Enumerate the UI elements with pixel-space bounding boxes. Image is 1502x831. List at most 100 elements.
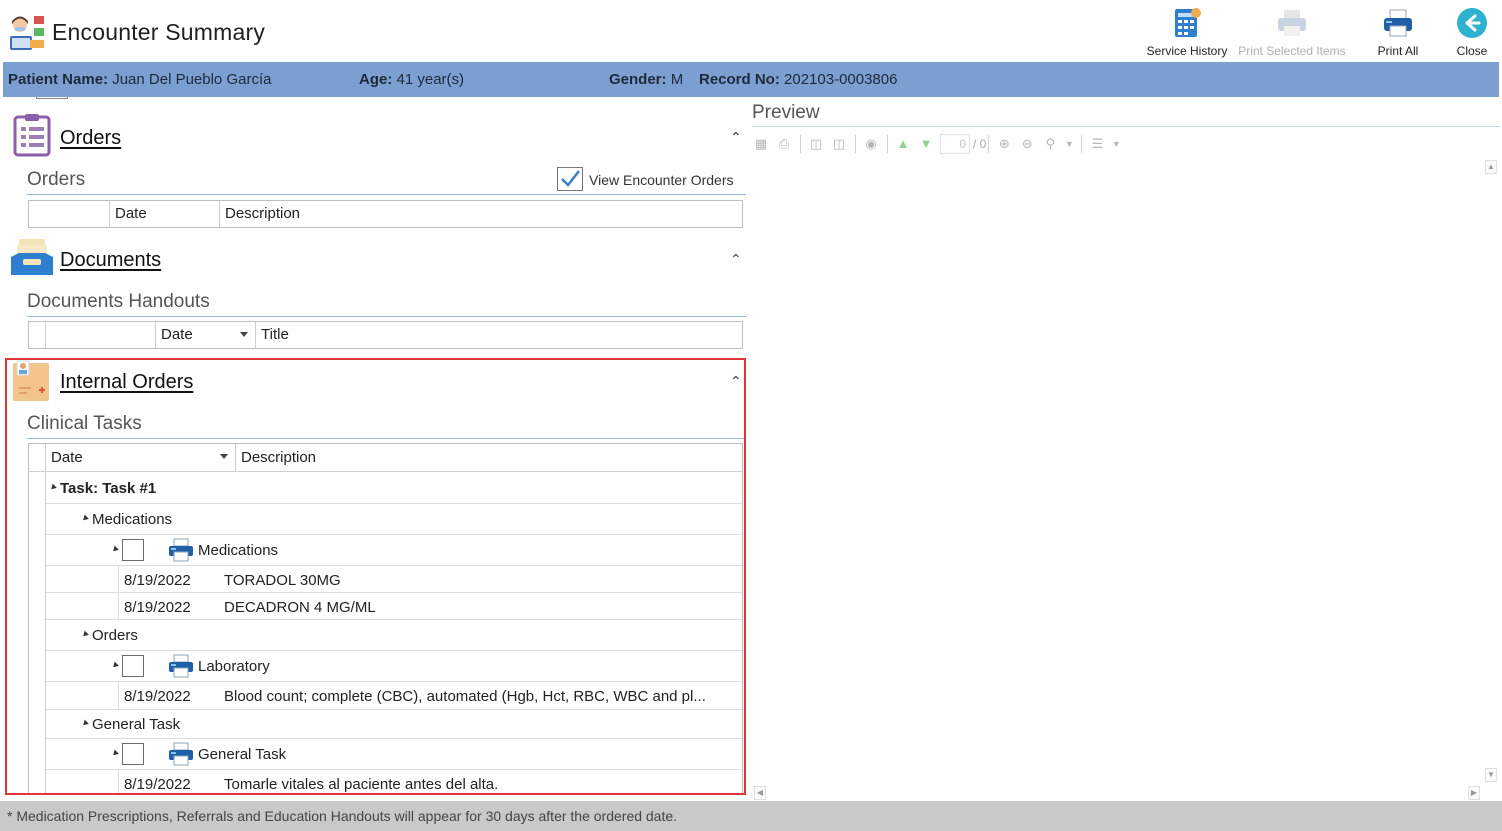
item-row-general-task[interactable]: General Task — [46, 739, 742, 770]
scrolled-stub — [36, 97, 68, 99]
close-label: Close — [1456, 44, 1488, 58]
row-date: 8/19/2022 — [124, 599, 191, 616]
documents-col-date[interactable]: Date — [155, 322, 255, 348]
page-layout-icon[interactable]: ☰ — [1088, 136, 1106, 152]
group-row-orders[interactable]: Orders — [46, 620, 742, 651]
clinical-col-description[interactable]: Description — [235, 444, 742, 471]
row-gutter — [118, 566, 119, 593]
print-icon[interactable]: ⎙ — [775, 136, 793, 152]
scroll-left-arrow-icon[interactable]: ◀ — [754, 786, 766, 800]
patient-age-field: Age: 41 year(s) — [359, 71, 464, 88]
clinical-tasks-divider — [27, 438, 746, 439]
item-select-checkbox[interactable] — [122, 539, 144, 561]
data-row[interactable]: 8/19/2022 TORADOL 30MG — [46, 566, 742, 593]
internal-orders-section-title[interactable]: Internal Orders — [60, 371, 193, 394]
preview-canvas[interactable]: ▲ ▼ ◀ ▶ — [752, 158, 1500, 800]
preview-divider — [752, 126, 1500, 127]
item-row-laboratory[interactable]: Laboratory — [46, 651, 742, 682]
data-row[interactable]: 8/19/2022 Tomarle vitales al paciente an… — [46, 770, 742, 795]
expand-triangle-icon[interactable] — [111, 749, 119, 758]
expand-triangle-icon[interactable] — [81, 514, 89, 523]
print-selected-button[interactable]: Print Selected Items — [1238, 6, 1346, 60]
expand-triangle-icon[interactable] — [111, 661, 119, 670]
row-date: 8/19/2022 — [124, 572, 191, 589]
expand-triangle-icon[interactable] — [81, 630, 89, 639]
documents-col-title[interactable]: Title — [255, 322, 742, 348]
print-all-label: Print All — [1377, 44, 1419, 58]
expand-triangle-icon[interactable] — [111, 545, 119, 554]
close-back-icon — [1455, 6, 1489, 40]
documents-collapse-chevron-icon[interactable]: ⌃ — [730, 251, 742, 268]
view-encounter-checkbox-box[interactable] — [557, 167, 583, 191]
documents-grid-header: Date Title — [28, 321, 743, 349]
view-encounter-orders-checkbox[interactable]: View Encounter Orders — [557, 167, 749, 193]
expand-triangle-icon[interactable] — [81, 719, 89, 728]
chevron-down-icon[interactable]: ▼ — [1111, 136, 1121, 152]
page-number-input[interactable]: 0 — [940, 134, 970, 154]
patient-age-label: Age: — [359, 71, 393, 88]
item-row-medications[interactable]: Medications — [46, 535, 742, 566]
view-encounter-orders-label: View Encounter Orders — [589, 172, 734, 188]
print-selected-label: Print Selected Items — [1238, 44, 1346, 58]
documents-col-blank — [45, 322, 155, 348]
scroll-down-arrow-icon[interactable]: ▼ — [1485, 768, 1497, 782]
page-total: / 0 — [973, 137, 987, 151]
row-description: Blood count; complete (CBC), automated (… — [224, 688, 706, 705]
item-select-checkbox[interactable] — [122, 743, 144, 765]
printer-icon[interactable] — [168, 742, 194, 770]
preview-title: Preview — [752, 102, 820, 123]
orders-collapse-chevron-icon[interactable]: ⌃ — [730, 129, 742, 146]
zoom-out-icon[interactable]: ⊖ — [1018, 136, 1036, 152]
task-row[interactable]: Task: Task #1 — [46, 473, 742, 504]
footer-note-bar: * Medication Prescriptions, Referrals an… — [0, 801, 1502, 831]
print-layout-icon[interactable]: ◫ — [807, 136, 825, 152]
next-page-icon[interactable]: ▼ — [917, 136, 935, 152]
patient-name-value: Juan Del Pueblo García — [112, 71, 272, 88]
zoom-dropdown-icon[interactable]: ⚲ — [1041, 136, 1059, 152]
clinical-col-date[interactable]: Date — [45, 444, 235, 471]
scroll-right-arrow-icon[interactable]: ▶ — [1468, 786, 1480, 800]
orders-section-title[interactable]: Orders — [60, 127, 121, 150]
printer-icon[interactable] — [168, 538, 194, 566]
patient-record-label: Record No: — [699, 71, 780, 88]
documents-col-date-label: Date — [161, 326, 193, 343]
internal-orders-collapse-chevron-icon[interactable]: ⌃ — [730, 373, 742, 390]
patient-record-field: Record No: 202103-0003806 — [699, 71, 897, 88]
group-label-medications: Medications — [92, 511, 173, 528]
group-row-general-task[interactable]: General Task — [46, 710, 742, 739]
checkmark-icon — [561, 170, 580, 187]
printer-icon[interactable] — [168, 654, 194, 682]
item-select-checkbox[interactable] — [122, 655, 144, 677]
item-label-medications: Medications — [198, 542, 279, 559]
app-nurse-icon — [6, 12, 46, 52]
service-history-button[interactable]: Service History — [1147, 6, 1227, 60]
clinical-tasks-tree-grid[interactable]: Date Description Task: Task #1 Medicatio… — [28, 443, 743, 795]
previous-page-icon[interactable]: ▲ — [894, 136, 912, 152]
patient-gender-field: Gender: M — [609, 71, 683, 88]
export-icon[interactable]: ▦ — [752, 136, 770, 152]
clinical-tasks-subtitle: Clinical Tasks — [27, 413, 142, 434]
patient-gender-label: Gender: — [609, 71, 667, 88]
orders-col-date[interactable]: Date — [109, 201, 219, 227]
orders-col-description[interactable]: Description — [219, 201, 742, 227]
toolbar-separator — [1081, 135, 1083, 153]
row-date: 8/19/2022 — [124, 688, 191, 705]
zoom-in-icon[interactable]: ⊕ — [995, 136, 1013, 152]
group-row-medications[interactable]: Medications — [46, 504, 742, 535]
data-row[interactable]: 8/19/2022 DECADRON 4 MG/ML — [46, 593, 742, 620]
scroll-up-arrow-icon[interactable]: ▲ — [1485, 160, 1497, 174]
documents-section-title[interactable]: Documents — [60, 249, 161, 272]
data-row[interactable]: 8/19/2022 Blood count; complete (CBC), a… — [46, 682, 742, 710]
chevron-down-icon[interactable]: ▼ — [1064, 136, 1074, 152]
find-binoculars-icon[interactable]: ◉ — [862, 136, 880, 152]
row-description: TORADOL 30MG — [224, 572, 341, 589]
dropdown-arrow-icon[interactable] — [220, 454, 228, 459]
print-all-button[interactable]: Print All — [1372, 6, 1424, 60]
save-icon[interactable]: ◫ — [830, 136, 848, 152]
close-button[interactable]: Close — [1448, 6, 1496, 60]
toolbar-separator — [855, 135, 856, 153]
dropdown-arrow-icon[interactable] — [240, 332, 248, 337]
print-all-icon — [1381, 6, 1415, 40]
expand-triangle-icon[interactable] — [49, 483, 57, 492]
patient-info-bar: Patient Name: Juan Del Pueblo García Age… — [3, 62, 1499, 97]
